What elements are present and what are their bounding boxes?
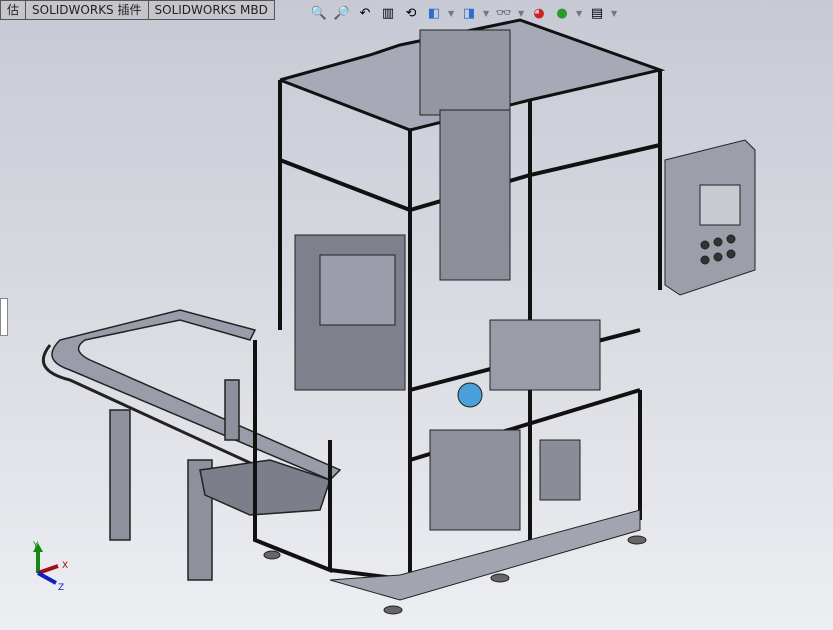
- heads-up-view-toolbar: 🔍 🔎 ↶ ▥ ⟲ ◧ ▼ ◨ ▼ 👓 ▼ ◕ ● ▼ ▤ ▼: [310, 4, 618, 22]
- section-view-icon[interactable]: ▥: [379, 4, 397, 22]
- panel-resize-handle[interactable]: [0, 298, 8, 336]
- command-manager-tabs: 估 SOLIDWORKS 插件 SOLIDWORKS MBD: [0, 0, 275, 20]
- coordinate-triad: Y X Z: [32, 541, 68, 593]
- z-axis-label: Z: [58, 583, 64, 593]
- x-axis-arrow: [37, 564, 59, 575]
- chevron-down-icon[interactable]: ▼: [576, 4, 583, 22]
- chevron-down-icon[interactable]: ▼: [448, 4, 455, 22]
- x-axis-label: X: [62, 561, 68, 571]
- tab-evaluate[interactable]: 估: [0, 0, 27, 20]
- view-settings-icon[interactable]: ▤: [588, 4, 606, 22]
- tab-solidworks-addins[interactable]: SOLIDWORKS 插件: [25, 0, 149, 20]
- z-axis-arrow: [37, 571, 57, 585]
- zoom-to-fit-icon[interactable]: 🔍: [310, 4, 328, 22]
- edit-appearance-icon[interactable]: ◕: [530, 4, 548, 22]
- dynamic-annotation-icon[interactable]: ⟲: [402, 4, 420, 22]
- interior-components: [294, 29, 641, 601]
- assembly-model-viewport[interactable]: [0, 0, 833, 630]
- chevron-down-icon[interactable]: ▼: [483, 4, 490, 22]
- hide-show-items-icon[interactable]: 👓: [495, 4, 513, 22]
- control-box: [664, 139, 756, 296]
- previous-view-icon[interactable]: ↶: [356, 4, 374, 22]
- apply-scene-icon[interactable]: ●: [553, 4, 571, 22]
- chevron-down-icon[interactable]: ▼: [518, 4, 525, 22]
- display-style-icon[interactable]: ◨: [460, 4, 478, 22]
- chevron-down-icon[interactable]: ▼: [611, 4, 618, 22]
- zoom-area-icon[interactable]: 🔎: [333, 4, 351, 22]
- y-axis-label: Y: [32, 541, 39, 551]
- tab-solidworks-mbd[interactable]: SOLIDWORKS MBD: [147, 0, 275, 20]
- view-orientation-icon[interactable]: ◧: [425, 4, 443, 22]
